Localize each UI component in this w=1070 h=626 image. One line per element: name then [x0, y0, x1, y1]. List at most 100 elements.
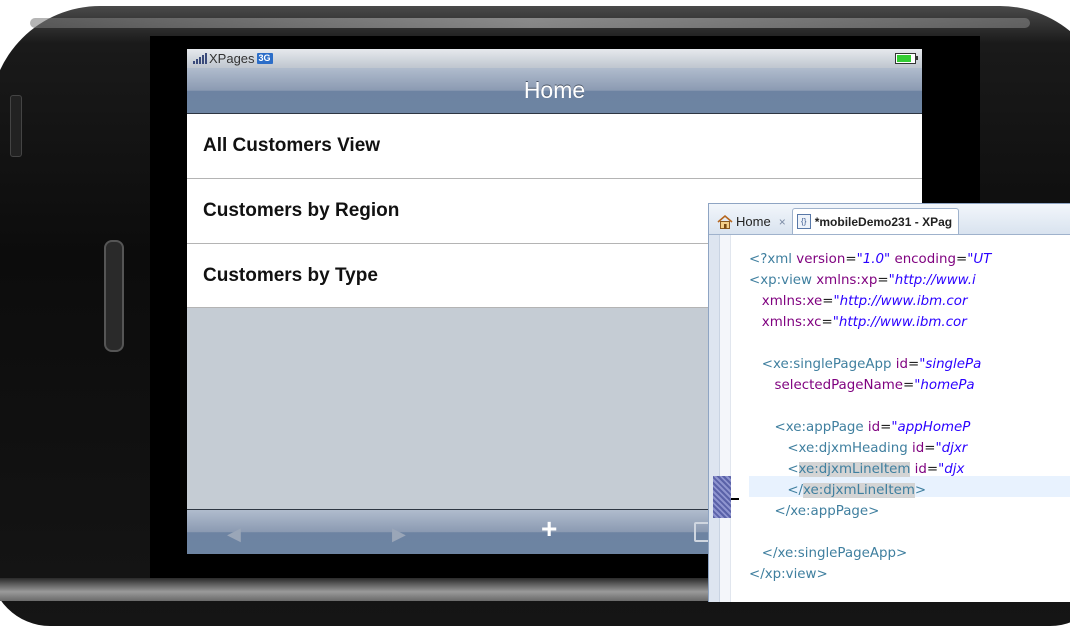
- list-item-label: Customers by Type: [203, 264, 378, 286]
- code-line[interactable]: [749, 522, 991, 543]
- code-token: </xe:appPage>: [774, 504, 880, 519]
- code-line[interactable]: <xe:djxmLineItem id="djx: [749, 459, 991, 480]
- code-token: "djxr: [935, 441, 968, 456]
- code-token: <xp:view: [749, 273, 817, 288]
- code-token: "djx: [938, 462, 965, 477]
- editor-tab-bar: Home × {} *mobileDemo231 - XPag: [709, 204, 1070, 235]
- tab-mobile-demo[interactable]: {} *mobileDemo231 - XPag: [791, 208, 960, 234]
- code-token: id: [895, 357, 908, 372]
- code-token: <: [787, 462, 799, 477]
- tab-label: *mobileDemo231 - XPag: [814, 214, 953, 229]
- battery-icon: [895, 53, 918, 64]
- home-button: [104, 240, 124, 352]
- code-token: </xp:view>: [749, 567, 828, 582]
- source-editor-panel: Home × {} *mobileDemo231 - XPag <?xml ve…: [708, 203, 1070, 602]
- back-arrow-icon[interactable]: ◀: [227, 521, 241, 547]
- code-token: version: [796, 252, 846, 267]
- code-token: =: [822, 294, 834, 309]
- phone-bezel-highlight: [30, 18, 1030, 28]
- code-token: =: [955, 252, 968, 267]
- code-token: =: [903, 378, 915, 393]
- code-token: =: [821, 315, 833, 330]
- code-token: <xe:singlePageApp: [761, 357, 896, 372]
- page-title: Home: [523, 77, 586, 103]
- code-token: "appHomeP: [891, 420, 971, 435]
- code-token: "http://www.ibm.cor: [833, 294, 968, 309]
- code-line[interactable]: xmlns:xc="http://www.ibm.cor: [749, 312, 991, 333]
- editor-body[interactable]: <?xml version="1.0" encoding="UT <xp:view…: [709, 235, 1070, 602]
- signal-strength-icon: [193, 53, 207, 64]
- code-token: "homePa: [914, 378, 975, 393]
- code-token: selectedPageName: [774, 378, 903, 393]
- close-icon[interactable]: ×: [779, 215, 786, 229]
- code-line[interactable]: [749, 396, 991, 417]
- code-token: id: [867, 420, 881, 435]
- code-token: encoding: [894, 252, 956, 267]
- code-line[interactable]: </xe:appPage>: [749, 501, 991, 522]
- code-line[interactable]: <xe:appPage id="appHomeP: [749, 417, 991, 438]
- line-number-ruler: [720, 235, 731, 602]
- carrier-name: XPages: [209, 51, 255, 66]
- code-text[interactable]: <?xml version="1.0" encoding="UT <xp:view…: [749, 249, 991, 585]
- code-token: xe:djxmLineItem: [798, 462, 911, 477]
- add-icon[interactable]: +: [541, 515, 557, 543]
- code-line[interactable]: [749, 333, 991, 354]
- code-line[interactable]: </xe:singlePageApp>: [749, 543, 991, 564]
- code-token: <?xml: [749, 252, 797, 267]
- code-token: "UT: [967, 252, 992, 267]
- code-token: id: [914, 462, 927, 477]
- navigation-bar: Home: [187, 68, 922, 114]
- code-token: =: [924, 441, 936, 456]
- tab-home[interactable]: Home ×: [713, 209, 792, 234]
- status-bar: XPages 3G: [187, 49, 922, 68]
- code-line[interactable]: <xe:singlePageApp id="singlePa: [749, 354, 991, 375]
- code-token: "http://www.ibm.cor: [832, 315, 967, 330]
- code-line[interactable]: <xp:view xmlns:xp="http://www.i: [749, 270, 991, 291]
- overview-ruler: [709, 235, 720, 602]
- code-line[interactable]: selectedPageName="homePa: [749, 375, 991, 396]
- code-token: =: [845, 252, 857, 267]
- code-line[interactable]: xmlns:xe="http://www.ibm.cor: [749, 291, 991, 312]
- code-token: =: [907, 357, 920, 372]
- code-token: </: [787, 483, 804, 498]
- code-line[interactable]: <?xml version="1.0" encoding="UT: [749, 249, 991, 270]
- xpage-file-icon: {}: [796, 214, 811, 229]
- code-token: xmlns:xp: [816, 273, 878, 288]
- network-badge: 3G: [256, 53, 273, 64]
- code-token: =: [880, 420, 892, 435]
- code-line[interactable]: <xe:djxmHeading id="djxr: [749, 438, 991, 459]
- code-token: xe:djxmLineItem: [803, 483, 915, 498]
- change-marker: [713, 476, 731, 518]
- code-token: "http://www.i: [888, 273, 976, 288]
- code-token: "1.0": [856, 252, 891, 267]
- cursor-marker: [731, 498, 739, 500]
- volume-button: [10, 95, 22, 157]
- code-token: xmlns:xe: [761, 294, 823, 309]
- code-token: "singlePa: [919, 357, 982, 372]
- code-token: </xe:singlePageApp>: [761, 546, 908, 561]
- code-token: xmlns:xc: [761, 315, 822, 330]
- code-token: <xe:djxmHeading: [787, 441, 912, 456]
- forward-arrow-icon[interactable]: ▶: [392, 521, 406, 547]
- tab-label: Home: [736, 214, 771, 229]
- code-token: id: [911, 441, 925, 456]
- code-line[interactable]: </xp:view>: [749, 564, 991, 585]
- list-item-label: Customers by Region: [203, 200, 400, 221]
- code-line[interactable]: </xe:djxmLineItem>: [749, 480, 991, 501]
- list-item-all-customers-view[interactable]: All Customers View: [187, 114, 922, 179]
- code-token: <xe:appPage: [774, 420, 868, 435]
- code-token: =: [877, 273, 889, 288]
- code-token: >: [914, 483, 927, 498]
- list-item-label: All Customers View: [203, 135, 381, 156]
- home-icon: [717, 214, 733, 229]
